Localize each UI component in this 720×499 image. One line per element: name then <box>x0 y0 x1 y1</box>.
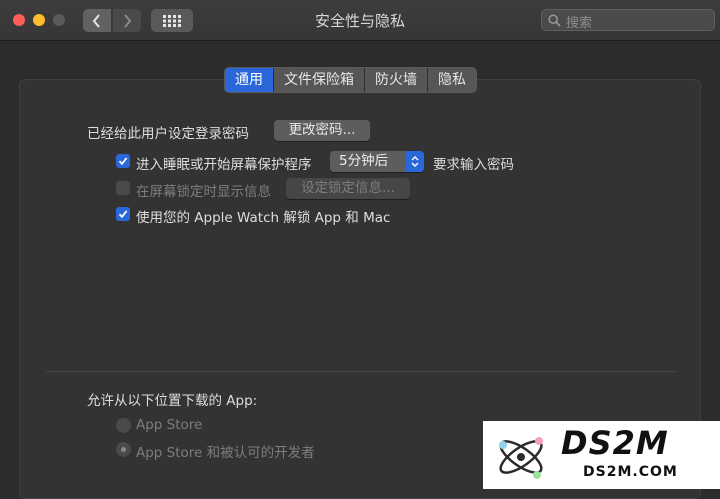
chevron-right-icon <box>124 13 132 28</box>
password-set-label: 已经给此用户设定登录密码 <box>87 126 249 142</box>
apple-watch-checkbox[interactable] <box>116 207 130 221</box>
window-title: 安全性与隐私 <box>314 12 405 30</box>
radio-app-store-developers-label: App Store 和被认可的开发者 <box>136 445 315 461</box>
chevron-left-icon <box>92 13 100 28</box>
section-divider <box>46 371 676 372</box>
minimize-window-button[interactable] <box>33 14 45 26</box>
forward-button[interactable] <box>113 9 141 32</box>
tab-general[interactable]: 通用 <box>225 68 273 92</box>
require-password-suffix: 要求输入密码 <box>433 157 514 173</box>
lock-message-checkbox[interactable] <box>116 181 130 195</box>
grid-icon <box>163 14 181 27</box>
watermark: DS2M DS2M.COM <box>483 421 720 489</box>
require-password-label: 进入睡眠或开始屏幕保护程序 <box>136 157 312 173</box>
tab-bar: 通用 文件保险箱 防火墙 隐私 <box>224 67 477 93</box>
radio-app-store-developers[interactable] <box>116 442 131 457</box>
close-window-button[interactable] <box>13 14 25 26</box>
atom-logo-icon <box>499 437 543 479</box>
require-password-checkbox[interactable] <box>116 154 130 168</box>
password-delay-value: 5分钟后 <box>339 153 389 169</box>
watermark-brand: DS2M <box>561 424 669 462</box>
search-icon <box>548 14 561 27</box>
radio-app-store[interactable] <box>116 418 131 433</box>
tab-filevault[interactable]: 文件保险箱 <box>273 68 364 92</box>
change-password-button[interactable]: 更改密码... <box>274 120 370 141</box>
tab-firewall[interactable]: 防火墙 <box>364 68 427 92</box>
tab-privacy[interactable]: 隐私 <box>427 68 476 92</box>
show-all-button[interactable] <box>151 9 193 32</box>
apple-watch-label: 使用您的 Apple Watch 解锁 App 和 Mac <box>136 210 391 226</box>
zoom-window-button[interactable] <box>53 14 65 26</box>
watermark-url: DS2M.COM <box>583 464 678 480</box>
checkmark-icon <box>118 157 128 166</box>
search-placeholder: 搜索 <box>566 16 593 31</box>
search-input[interactable]: 搜索 <box>541 9 715 31</box>
back-button[interactable] <box>83 9 111 32</box>
updown-arrows-icon <box>406 151 424 172</box>
downloads-heading: 允许从以下位置下载的 App: <box>87 393 258 409</box>
set-lock-message-button[interactable]: 设定锁定信息... <box>286 178 410 199</box>
radio-app-store-label: App Store <box>136 417 203 433</box>
lock-message-label: 在屏幕锁定时显示信息 <box>136 184 271 200</box>
title-bar: 安全性与隐私 搜索 <box>0 0 720 41</box>
checkmark-icon <box>118 210 128 219</box>
password-delay-select[interactable]: 5分钟后 <box>330 151 424 172</box>
